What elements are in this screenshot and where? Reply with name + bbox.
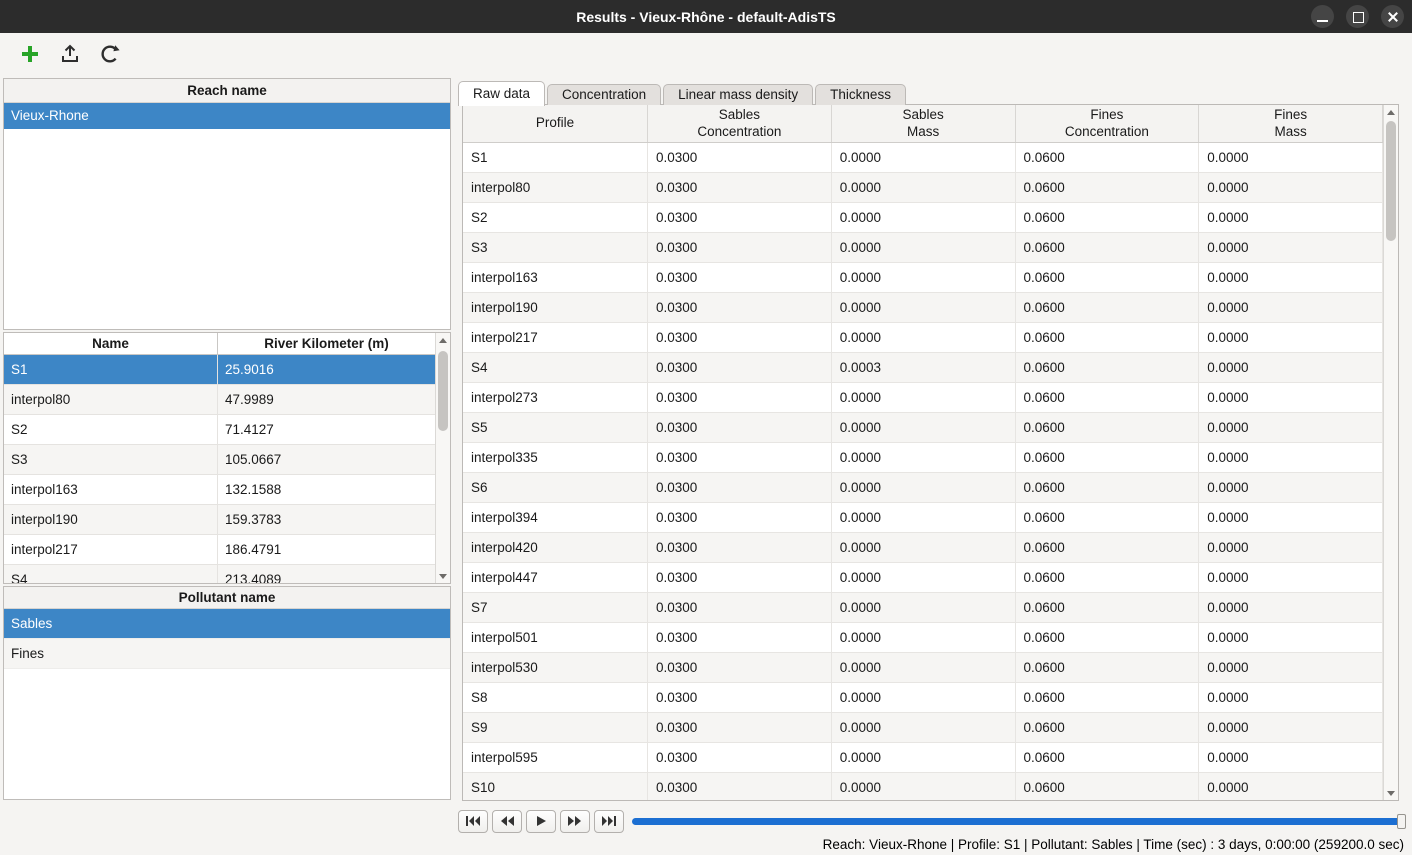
tab-raw-data[interactable]: Raw data (458, 81, 545, 106)
pollutant-list: SablesFines (4, 609, 450, 669)
table-row[interactable]: interpol1900.03000.00000.06000.0000 (463, 293, 1383, 323)
tab-concentration[interactable]: Concentration (547, 84, 661, 105)
results-table-header: ProfileSablesConcentrationSablesMassFine… (463, 105, 1398, 143)
minimize-icon[interactable] (1311, 5, 1334, 28)
table-row[interactable]: S10.03000.00000.06000.0000 (463, 143, 1383, 173)
list-item[interactable]: Sables (4, 609, 450, 639)
slider-handle[interactable] (1397, 814, 1406, 829)
rewind-button[interactable] (492, 810, 522, 833)
column-header-river-kilometer[interactable]: River Kilometer (m) (218, 333, 435, 354)
slider-fill (632, 818, 1406, 825)
results-table-body: S10.03000.00000.06000.0000interpol800.03… (463, 143, 1383, 800)
profile-row[interactable]: interpol163132.1588 (4, 475, 435, 505)
table-row[interactable]: interpol5950.03000.00000.06000.0000 (463, 743, 1383, 773)
profiles-section: Name River Kilometer (m) S125.9016interp… (3, 332, 451, 584)
titlebar: Results - Vieux-Rhône - default-AdisTS (0, 0, 1412, 33)
scroll-down-icon[interactable] (436, 569, 450, 583)
reach-section: Reach name Vieux-Rhone (3, 78, 451, 330)
column-header[interactable]: FinesMass (1199, 105, 1383, 142)
column-header[interactable]: Profile (463, 105, 648, 142)
rewind-icon (499, 815, 515, 827)
slider-track[interactable] (632, 818, 1406, 825)
status-text: Reach: Vieux-Rhone | Profile: S1 | Pollu… (823, 837, 1404, 852)
scroll-up-icon[interactable] (1384, 105, 1398, 119)
add-icon (19, 43, 41, 65)
export-icon (59, 43, 81, 65)
profile-row[interactable]: S3105.0667 (4, 445, 435, 475)
column-header-name[interactable]: Name (4, 333, 218, 354)
window-controls (1311, 5, 1404, 28)
refresh-icon (99, 43, 121, 65)
skip-first-button[interactable] (458, 810, 488, 833)
close-icon[interactable] (1381, 5, 1404, 28)
maximize-icon[interactable] (1346, 5, 1369, 28)
profiles-table-body: S125.9016interpol8047.9989S271.4127S3105… (4, 355, 435, 583)
table-row[interactable]: S60.03000.00000.06000.0000 (463, 473, 1383, 503)
table-row[interactable]: interpol800.03000.00000.06000.0000 (463, 173, 1383, 203)
table-row[interactable]: interpol4200.03000.00000.06000.0000 (463, 533, 1383, 563)
skip-last-button[interactable] (594, 810, 624, 833)
statusbar: Reach: Vieux-Rhone | Profile: S1 | Pollu… (0, 834, 1412, 855)
table-row[interactable]: interpol5300.03000.00000.06000.0000 (463, 653, 1383, 683)
table-row[interactable]: interpol5010.03000.00000.06000.0000 (463, 623, 1383, 653)
profile-row[interactable]: interpol217186.4791 (4, 535, 435, 565)
skip-last-icon (601, 815, 617, 827)
table-row[interactable]: S80.03000.00000.06000.0000 (463, 683, 1383, 713)
profile-row[interactable]: S125.9016 (4, 355, 435, 385)
table-scrollbar[interactable] (1383, 105, 1398, 800)
window-title: Results - Vieux-Rhône - default-AdisTS (576, 9, 836, 25)
scrollbar-thumb[interactable] (1386, 121, 1396, 241)
tab-linear-mass-density[interactable]: Linear mass density (663, 84, 813, 105)
column-header[interactable]: SablesMass (832, 105, 1016, 142)
profile-row[interactable]: interpol8047.9989 (4, 385, 435, 415)
play-icon (533, 815, 549, 827)
column-header[interactable]: FinesConcentration (1016, 105, 1200, 142)
reach-list: Vieux-Rhone (4, 103, 450, 129)
table-row[interactable]: S20.03000.00000.06000.0000 (463, 203, 1383, 233)
play-button[interactable] (526, 810, 556, 833)
left-panel: Reach name Vieux-Rhone Name River Kilome… (3, 78, 451, 800)
profile-row[interactable]: S4213.4089 (4, 565, 435, 583)
table-row[interactable]: S40.03000.00030.06000.0000 (463, 353, 1383, 383)
add-button[interactable] (16, 40, 44, 68)
media-buttons (458, 810, 628, 833)
profiles-scrollbar[interactable] (435, 333, 450, 583)
table-row[interactable]: interpol2170.03000.00000.06000.0000 (463, 323, 1383, 353)
table-row[interactable]: interpol3940.03000.00000.06000.0000 (463, 503, 1383, 533)
scroll-down-icon[interactable] (1384, 786, 1398, 800)
table-row[interactable]: interpol2730.03000.00000.06000.0000 (463, 383, 1383, 413)
pollutant-section: Pollutant name SablesFines (3, 586, 451, 800)
fast-forward-icon (567, 815, 583, 827)
table-row[interactable]: interpol3350.03000.00000.06000.0000 (463, 443, 1383, 473)
table-row[interactable]: S90.03000.00000.06000.0000 (463, 713, 1383, 743)
tab-thickness[interactable]: Thickness (815, 84, 906, 105)
results-table: ProfileSablesConcentrationSablesMassFine… (462, 104, 1399, 801)
table-row[interactable]: interpol1630.03000.00000.06000.0000 (463, 263, 1383, 293)
table-row[interactable]: S50.03000.00000.06000.0000 (463, 413, 1383, 443)
fast-forward-button[interactable] (560, 810, 590, 833)
profiles-table-header: Name River Kilometer (m) (4, 333, 450, 355)
tab-bar: Raw dataConcentrationLinear mass density… (458, 80, 908, 105)
export-button[interactable] (56, 40, 84, 68)
profile-row[interactable]: interpol190159.3783 (4, 505, 435, 535)
table-row[interactable]: S100.03000.00000.06000.0000 (463, 773, 1383, 800)
table-row[interactable]: interpol4470.03000.00000.06000.0000 (463, 563, 1383, 593)
playback-controls (458, 808, 1406, 834)
toolbar (0, 33, 1412, 75)
skip-first-icon (465, 815, 481, 827)
reach-header: Reach name (4, 79, 450, 103)
time-slider[interactable] (632, 810, 1406, 833)
column-header[interactable]: SablesConcentration (648, 105, 832, 142)
pollutant-header: Pollutant name (4, 587, 450, 609)
list-item[interactable]: Fines (4, 639, 450, 669)
list-item[interactable]: Vieux-Rhone (4, 103, 450, 129)
scroll-up-icon[interactable] (436, 333, 450, 347)
scrollbar-thumb[interactable] (438, 351, 448, 431)
table-row[interactable]: S30.03000.00000.06000.0000 (463, 233, 1383, 263)
table-row[interactable]: S70.03000.00000.06000.0000 (463, 593, 1383, 623)
refresh-button[interactable] (96, 40, 124, 68)
profile-row[interactable]: S271.4127 (4, 415, 435, 445)
